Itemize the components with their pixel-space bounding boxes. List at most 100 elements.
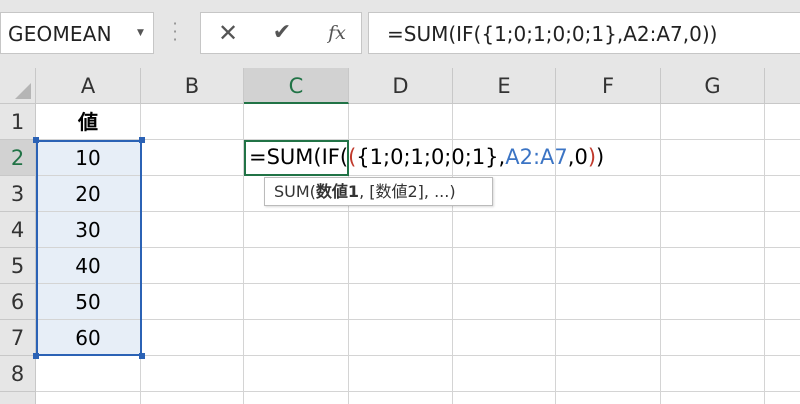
row-header-4[interactable]: 4 — [0, 212, 36, 248]
cell-f6[interactable] — [556, 284, 661, 320]
cell-e5[interactable] — [453, 248, 556, 284]
range-handle-bottom-right[interactable] — [139, 353, 145, 359]
cell-e4[interactable] — [453, 212, 556, 248]
cell-d8[interactable] — [349, 356, 453, 392]
cell-g2[interactable] — [661, 140, 765, 176]
cell-f9[interactable] — [556, 392, 661, 404]
cell-d9[interactable] — [349, 392, 453, 404]
cell-c9[interactable] — [244, 392, 349, 404]
cell-g7[interactable] — [661, 320, 765, 356]
cell-g5[interactable] — [661, 248, 765, 284]
cancel-icon[interactable]: ✕ — [213, 18, 243, 48]
cell-g4[interactable] — [661, 212, 765, 248]
formula-input[interactable]: =SUM(IF({1;0;1;0;0;1},A2:A7,0)) — [368, 12, 800, 54]
cell-d7[interactable] — [349, 320, 453, 356]
range-handle-top-right[interactable] — [139, 137, 145, 143]
cell-c5[interactable] — [244, 248, 349, 284]
column-header-d[interactable]: D — [349, 68, 453, 104]
cell-f1[interactable] — [556, 104, 661, 140]
name-box[interactable]: GEOMEAN ▼ — [0, 12, 154, 54]
cell-f5[interactable] — [556, 248, 661, 284]
cell-e9[interactable] — [453, 392, 556, 404]
cell-c2-formula[interactable]: =SUM(IF(({1;0;1;0;0;1},A2:A7,0)) — [249, 145, 604, 169]
cell-e6[interactable] — [453, 284, 556, 320]
row-header-5[interactable]: 5 — [0, 248, 36, 284]
cell-a1[interactable]: 値 — [36, 104, 141, 140]
cell-d4[interactable] — [349, 212, 453, 248]
range-handle-top-left[interactable] — [33, 137, 39, 143]
cell-f8[interactable] — [556, 356, 661, 392]
insert-function-button[interactable]: fx — [320, 18, 354, 48]
grip-handle-icon[interactable]: · · · — [170, 16, 180, 48]
chevron-down-icon[interactable]: ▼ — [137, 28, 144, 38]
enter-check-icon[interactable]: ✔ — [267, 18, 297, 48]
function-argument-tooltip[interactable]: SUM(数値1, [数値2], ...) — [264, 177, 493, 206]
cell-c4[interactable] — [244, 212, 349, 248]
column-header-e[interactable]: E — [453, 68, 556, 104]
cell-a6[interactable]: 50 — [36, 284, 141, 320]
cell-a5[interactable]: 40 — [36, 248, 141, 284]
cell-b1[interactable] — [141, 104, 244, 140]
cell-h7[interactable] — [765, 320, 800, 356]
cell-g8[interactable] — [661, 356, 765, 392]
column-header-b[interactable]: B — [141, 68, 244, 104]
row-header-8[interactable]: 8 — [0, 356, 36, 392]
cell-a8[interactable] — [36, 356, 141, 392]
row-header-6[interactable]: 6 — [0, 284, 36, 320]
cell-h1[interactable] — [765, 104, 800, 140]
range-handle-bottom-left[interactable] — [33, 353, 39, 359]
cell-a4[interactable]: 30 — [36, 212, 141, 248]
cell-g3[interactable] — [661, 176, 765, 212]
cell-a9[interactable] — [36, 392, 141, 404]
row-header-3[interactable]: 3 — [0, 176, 36, 212]
cell-h4[interactable] — [765, 212, 800, 248]
cell-h9[interactable] — [765, 392, 800, 404]
cell-d5[interactable] — [349, 248, 453, 284]
cell-d6[interactable] — [349, 284, 453, 320]
cell-b7[interactable] — [141, 320, 244, 356]
formula-text[interactable]: =SUM(IF({1;0;1;0;0;1},A2:A7,0)) — [387, 22, 717, 46]
row-header-7[interactable]: 7 — [0, 320, 36, 356]
column-header-f[interactable]: F — [556, 68, 661, 104]
cell-g6[interactable] — [661, 284, 765, 320]
cell-e7[interactable] — [453, 320, 556, 356]
cell-g1[interactable] — [661, 104, 765, 140]
cell-b3[interactable] — [141, 176, 244, 212]
column-header-g[interactable]: G — [661, 68, 765, 104]
cell-a7[interactable]: 60 — [36, 320, 141, 356]
cell-d1[interactable] — [349, 104, 453, 140]
cell-c6[interactable] — [244, 284, 349, 320]
cell-b2[interactable] — [141, 140, 244, 176]
cell-f7[interactable] — [556, 320, 661, 356]
column-header-a[interactable]: A — [36, 68, 141, 104]
cell-h5[interactable] — [765, 248, 800, 284]
cell-e8[interactable] — [453, 356, 556, 392]
cell-c1[interactable] — [244, 104, 349, 140]
cell-b9[interactable] — [141, 392, 244, 404]
cell-b4[interactable] — [141, 212, 244, 248]
cell-h2[interactable] — [765, 140, 800, 176]
row-header-1[interactable]: 1 — [0, 104, 36, 140]
select-all-button[interactable] — [0, 68, 36, 104]
cell-b6[interactable] — [141, 284, 244, 320]
cell-f4[interactable] — [556, 212, 661, 248]
cell-a2[interactable]: 10 — [36, 140, 141, 176]
cell-e1[interactable] — [453, 104, 556, 140]
cell-h8[interactable] — [765, 356, 800, 392]
cell-b5[interactable] — [141, 248, 244, 284]
name-box-value[interactable]: GEOMEAN — [8, 22, 112, 46]
cell-g9[interactable] — [661, 392, 765, 404]
tooltip-function: SUM( — [274, 182, 316, 201]
column-header-c[interactable]: C — [244, 68, 349, 104]
cell-a3[interactable]: 20 — [36, 176, 141, 212]
cell-c7[interactable] — [244, 320, 349, 356]
cell-h6[interactable] — [765, 284, 800, 320]
row-header-9[interactable] — [0, 392, 36, 404]
cell-f3[interactable] — [556, 176, 661, 212]
formula-part-reference: A2:A7 — [505, 145, 568, 169]
cell-b8[interactable] — [141, 356, 244, 392]
cell-h3[interactable] — [765, 176, 800, 212]
cell-c8[interactable] — [244, 356, 349, 392]
column-header-h[interactable] — [765, 68, 800, 104]
row-header-2[interactable]: 2 — [0, 140, 36, 176]
